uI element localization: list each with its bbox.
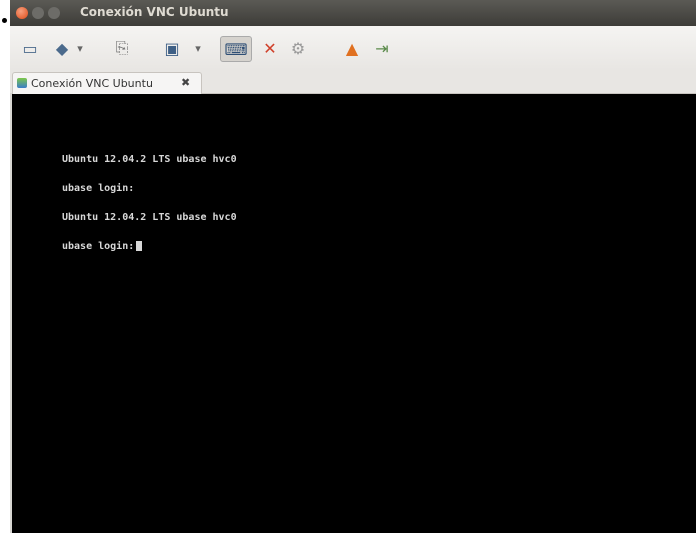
keyboard-icon[interactable]: ⌨ [220, 36, 252, 62]
title-bar[interactable]: Conexión VNC Ubuntu [10, 0, 696, 26]
close-tab-icon[interactable]: ✖ [181, 76, 190, 89]
minimize-window-button[interactable] [32, 7, 44, 19]
minimize-icon[interactable]: ▲ [340, 36, 364, 60]
tab-label: Conexión VNC Ubuntu [31, 77, 153, 90]
tab-bar: Conexión VNC Ubuntu ✖ [10, 70, 696, 95]
preferences-icon[interactable]: ⚙ [286, 36, 310, 60]
window-title: Conexión VNC Ubuntu [80, 5, 229, 19]
terminal-line: ubase login: [62, 183, 135, 194]
move-icon[interactable]: ◆ [50, 36, 74, 60]
vnc-icon [17, 78, 27, 88]
close-window-button[interactable] [16, 7, 28, 19]
remmina-window: Conexión VNC Ubuntu ▭ ◆ ▾ ⎘ ▣ ▾ ⌨ ✕ ⚙ ▲ … [10, 0, 696, 533]
terminal-line: Ubuntu 12.04.2 LTS ubase hvc0 [62, 154, 237, 165]
dropdown-icon[interactable]: ▾ [192, 36, 204, 60]
disconnect-icon[interactable]: ⇥ [370, 36, 394, 60]
maximize-window-button[interactable] [48, 7, 60, 19]
list-bullet [2, 18, 7, 23]
terminal-line: ubase login: [62, 241, 135, 252]
tools-icon[interactable]: ✕ [258, 36, 282, 60]
text-cursor [136, 241, 143, 251]
terminal-line: Ubuntu 12.04.2 LTS ubase hvc0 [62, 212, 237, 223]
screenshot-icon[interactable]: ▣ [160, 36, 184, 60]
tab-vnc-connection[interactable]: Conexión VNC Ubuntu ✖ [12, 72, 202, 95]
fullscreen-icon[interactable]: ▭ [18, 36, 42, 60]
remote-screen[interactable]: Ubuntu 12.04.2 LTS ubase hvc0 ubase logi… [12, 94, 696, 533]
dropdown-icon[interactable]: ▾ [74, 36, 86, 60]
clipboard-icon[interactable]: ⎘ [110, 36, 134, 60]
terminal-prompt: ubase login: [62, 241, 143, 252]
toolbar: ▭ ◆ ▾ ⎘ ▣ ▾ ⌨ ✕ ⚙ ▲ ⇥ [10, 26, 696, 70]
